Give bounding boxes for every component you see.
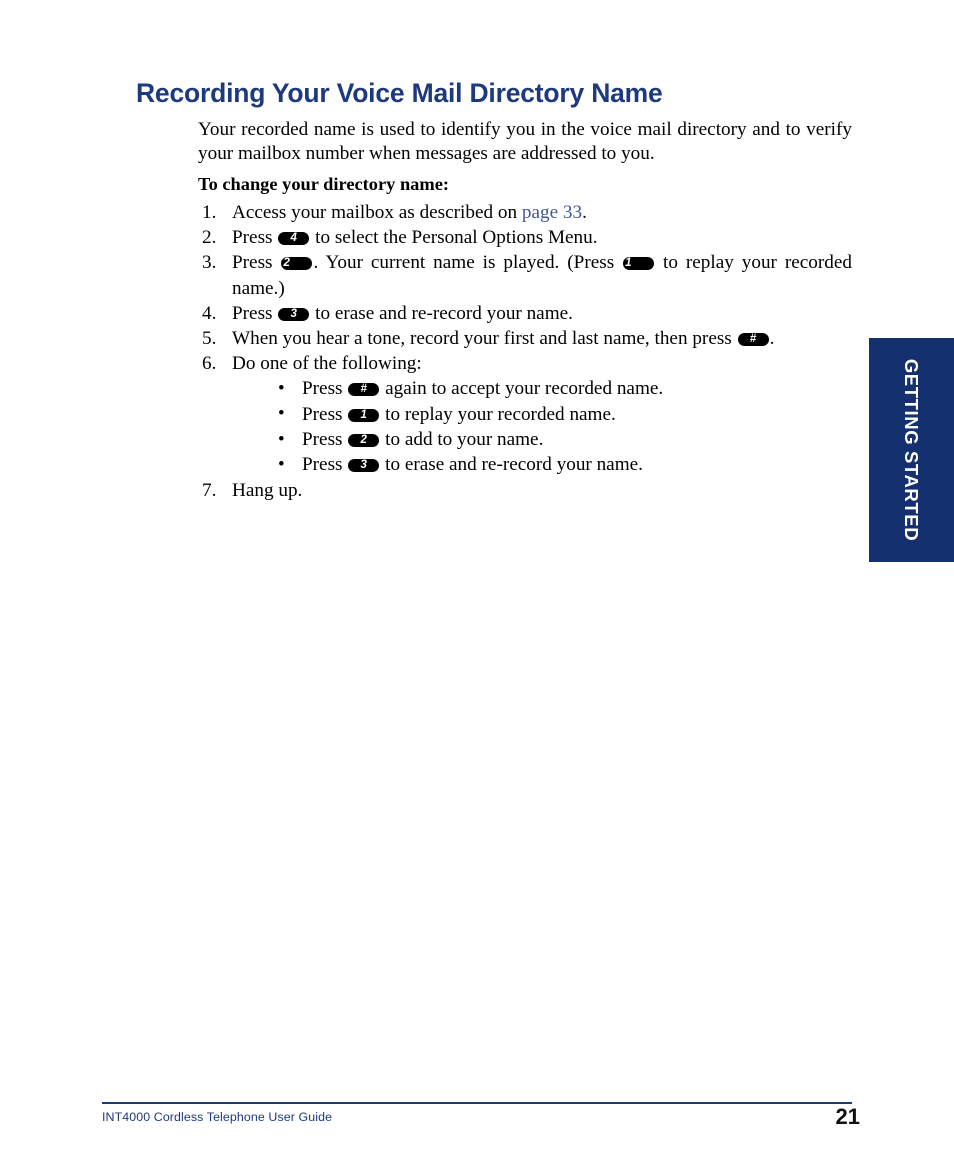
step-body: Press 3 to erase and re-record your name… [232, 303, 573, 324]
step-text-run: Press [302, 454, 348, 476]
footer-page-number: 21 [835, 1104, 860, 1129]
step-number: 2. [202, 227, 217, 249]
step-number: 5. [202, 328, 217, 350]
intro-paragraph: Your recorded name is used to identify y… [198, 119, 852, 164]
step-option-body: Press 1 to replay your recorded name. [302, 404, 616, 425]
procedure-subheading: To change your directory name: [198, 174, 449, 194]
procedure-step: 7. Hang up. [198, 478, 852, 503]
procedure-step: 1. Access your mailbox as described on pa… [198, 200, 852, 225]
key-badge-2: 2 [348, 434, 380, 448]
step-text-run: . Your current name is played. (Press [313, 252, 623, 274]
step-option-body: Press 2 to add to your name. [302, 429, 543, 450]
step-number: 3. [202, 252, 217, 274]
step-text-run: to add to your name. [380, 429, 544, 451]
bullet-icon: • [278, 403, 285, 425]
step-text-run: Press [232, 302, 278, 324]
content-column: Your recorded name is used to identify y… [198, 118, 852, 503]
step-text-run: . [582, 202, 587, 223]
page-title: Recording Your Voice Mail Directory Name [136, 78, 663, 108]
step-body: Access your mailbox as described on page… [232, 202, 587, 223]
step-text-run: When you hear a tone, record your first … [232, 328, 737, 350]
step-option: • Press 1 to replay your recorded name. [232, 402, 852, 427]
key-badge-3: 3 [278, 307, 310, 321]
footer-divider [102, 1102, 852, 1104]
key-badge-2: 2 [281, 257, 313, 271]
step-text-run: to replay your recorded name. [380, 403, 616, 425]
step-option: • Press 2 to add to your name. [232, 427, 852, 452]
procedure-step: 6. Do one of the following: • Press # again… [198, 351, 852, 477]
step-option: • Press 3 to erase and re-record your nam… [232, 452, 852, 477]
section-tab-label: GETTING STARTED [901, 358, 922, 542]
step-text-run: . [769, 328, 775, 350]
key-badge-3: 3 [348, 459, 380, 473]
key-badge-1: 1 [623, 257, 655, 271]
step-number: 6. [202, 353, 217, 375]
footer-guide-name: INT4000 Cordless Telephone User Guide [102, 1110, 333, 1124]
key-badge-1: 1 [348, 408, 380, 422]
step-option-body: Press 3 to erase and re-record your name… [302, 454, 643, 475]
procedure-step: 4. Press 3 to erase and re-record your na… [198, 301, 852, 326]
step-text-run: to erase and re-record your name. [380, 454, 643, 476]
bullet-icon: • [278, 377, 285, 399]
step-body: Do one of the following: [232, 353, 422, 374]
bullet-icon: • [278, 453, 285, 475]
step-text-run: to erase and re-record your name. [310, 302, 573, 324]
step-option: • Press # again to accept your recorded n… [232, 376, 852, 401]
step-text-run: Press [232, 227, 278, 249]
procedure-step: 5. When you hear a tone, record your firs… [198, 326, 852, 351]
step-body: Hang up. [232, 480, 302, 501]
step-text-run: Press [302, 429, 348, 451]
step-text-run: Press [232, 252, 281, 274]
step-body: Press 2. Your current name is played. (P… [232, 250, 852, 300]
step-option-list: • Press # again to accept your recorded n… [232, 376, 852, 477]
bullet-icon: • [278, 428, 285, 450]
procedure-step: 3. Press 2. Your current name is played. … [198, 250, 852, 300]
step-text-run: Hang up. [232, 479, 303, 501]
procedure-step-list: 1. Access your mailbox as described on pa… [198, 200, 852, 503]
key-badge-4: 4 [278, 232, 310, 246]
step-text-run: Press [302, 403, 348, 425]
step-number: 1. [202, 202, 217, 223]
step-text-run: to select the Personal Options Menu. [310, 227, 598, 249]
step-body: When you hear a tone, record your first … [232, 328, 774, 349]
procedure-step: 2. Press 4 to select the Personal Options… [198, 225, 852, 250]
step-body: Press 4 to select the Personal Options M… [232, 227, 598, 248]
key-badge-hash: # [348, 383, 380, 397]
step-text-run: again to accept your recorded name. [380, 378, 664, 400]
step-number: 7. [202, 479, 217, 501]
step-text-run: Press [302, 378, 348, 400]
step-text-run: Do one of the following: [232, 353, 422, 375]
step-text-run: Access your mailbox as described on [232, 202, 522, 223]
section-tab-getting-started: GETTING STARTED [869, 338, 954, 562]
key-badge-hash: # [737, 333, 769, 347]
step-number: 4. [202, 302, 217, 324]
page-reference-link[interactable]: page 33 [522, 202, 582, 223]
step-option-body: Press # again to accept your recorded na… [302, 378, 663, 399]
